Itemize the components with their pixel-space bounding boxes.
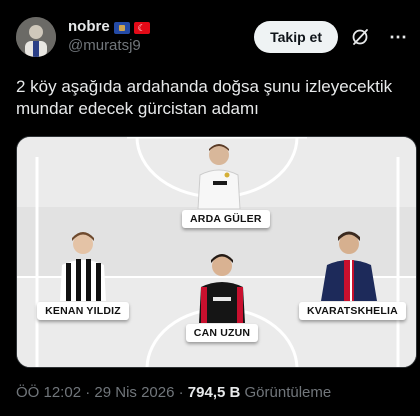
user-handle[interactable]: @muratsj9 — [68, 37, 150, 56]
player-name: KVARATSKHELIA — [299, 302, 406, 320]
tweet-header: nobre ☾ @muratsj9 Takip et ⋯ — [16, 14, 408, 60]
name-row: nobre ☾ — [68, 18, 150, 37]
tweet-media-image[interactable]: ARDA GÜLER KENAN YILDIZ CAN UZUN KVARATS… — [16, 136, 417, 368]
avatar[interactable] — [16, 17, 56, 57]
user-info: nobre ☾ @muratsj9 — [68, 18, 150, 56]
more-icon[interactable]: ⋯ — [388, 27, 408, 47]
tweet-time[interactable]: ÖÖ 12:02 — [16, 384, 81, 401]
player-card-kvaratskhelia: KVARATSKHELIA — [299, 229, 406, 320]
display-name[interactable]: nobre — [68, 18, 110, 37]
views-count: 794,5 B — [187, 384, 241, 401]
player-photo — [197, 144, 241, 209]
player-card-arda-guler: ARDA GÜLER — [182, 141, 270, 228]
player-card-kenan-yildiz: KENAN YILDIZ — [37, 229, 129, 320]
player-name: CAN UZUN — [185, 324, 259, 342]
player-card-can-uzun: CAN UZUN — [182, 251, 262, 342]
player-photo — [60, 232, 106, 301]
turkey-flag-icon: ☾ — [133, 21, 150, 34]
follow-button[interactable]: Takip et — [254, 21, 338, 53]
kosovo-flag-icon — [113, 21, 130, 34]
player-name: KENAN YILDIZ — [37, 302, 129, 320]
tweet-meta: ÖÖ 12:02 · 29 Nis 2026 · 794,5 B Görüntü… — [16, 384, 331, 401]
views-label: Görüntüleme — [244, 384, 332, 401]
meta-separator: · — [81, 384, 95, 401]
tweet-text: 2 köy aşağıda ardahanda doğsa şunu izley… — [16, 77, 393, 118]
player-photo — [199, 254, 245, 323]
grok-icon[interactable] — [350, 27, 370, 47]
player-name: ARDA GÜLER — [182, 210, 270, 228]
tweet-date[interactable]: 29 Nis 2026 — [94, 384, 174, 401]
player-photo — [321, 231, 377, 301]
meta-separator: · — [174, 384, 188, 401]
